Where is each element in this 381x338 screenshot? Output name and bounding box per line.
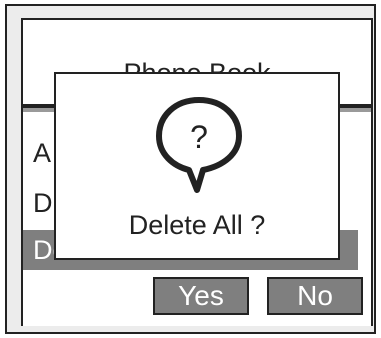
list-item[interactable]: D xyxy=(33,188,53,219)
phone-screen: Phone Book A D De ? Delete All ? Yes No xyxy=(5,4,376,334)
question-bubble-icon: ? xyxy=(156,97,242,193)
dialog-message: Delete All ? xyxy=(128,210,266,240)
confirm-dialog: ? Delete All ? xyxy=(54,72,340,260)
question-mark: ? xyxy=(190,119,208,155)
no-button[interactable]: No xyxy=(267,277,363,315)
yes-button[interactable]: Yes xyxy=(153,277,249,315)
list-item[interactable]: A xyxy=(33,138,51,169)
